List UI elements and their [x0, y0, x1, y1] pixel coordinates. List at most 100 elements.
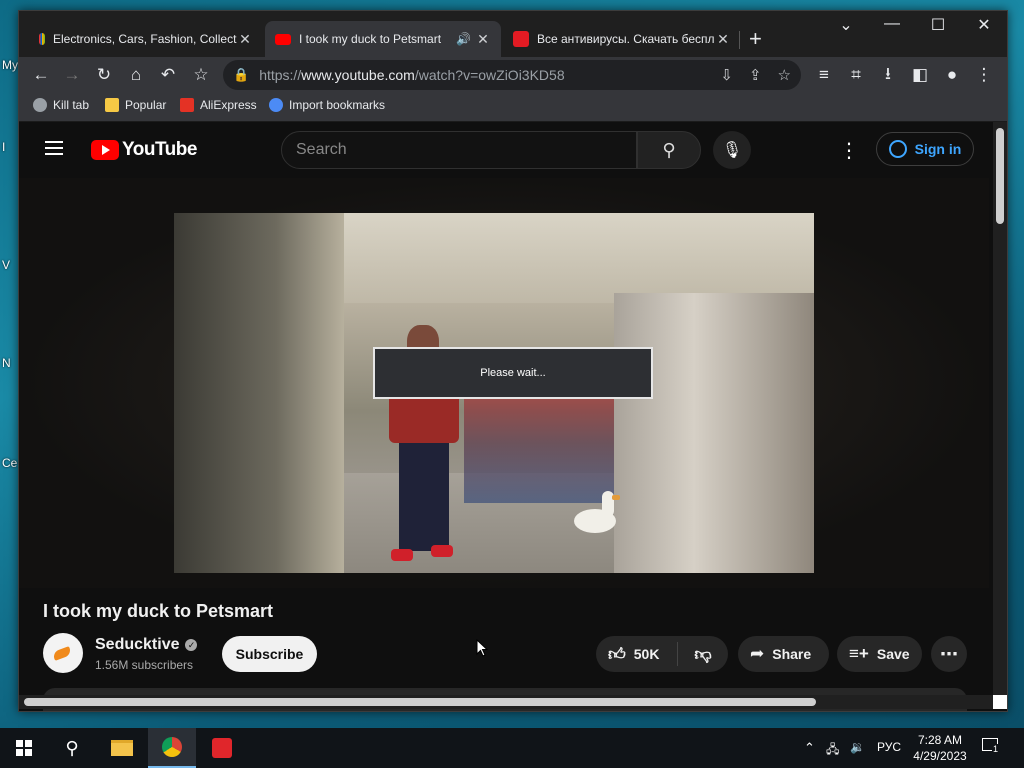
undo-close-tab-icon[interactable]: ↶ — [156, 63, 180, 87]
tab-strip: Electronics, Cars, Fashion, Collect ✕ I … — [19, 11, 1007, 57]
vertical-scrollbar-thumb[interactable] — [996, 128, 1004, 224]
notification-center-icon[interactable]: 1 — [982, 738, 1002, 756]
home-icon[interactable]: ⌂ — [124, 63, 148, 87]
tab-youtube-active[interactable]: I took my duck to Petsmart 🔊 ✕ — [265, 21, 501, 57]
url-text[interactable]: https://www.youtube.com/watch?v=owZiOi3K… — [259, 67, 704, 83]
speaker-icon[interactable]: 🔊 — [456, 32, 471, 46]
bookmark-label: Import bookmarks — [289, 98, 386, 112]
system-clock[interactable]: 7:28 AM 4/29/2023 — [910, 732, 970, 764]
more-actions-button[interactable]: ⋯ — [931, 636, 967, 672]
bookmark-import[interactable]: Import bookmarks — [269, 98, 385, 112]
desktop-label[interactable]: I — [2, 140, 5, 154]
install-app-icon[interactable]: ⇩ — [720, 66, 733, 84]
bookmark-popular[interactable]: Popular — [105, 98, 166, 112]
like-dislike-group: 👍︎ 50K 👎︎ — [596, 636, 728, 672]
desktop-label[interactable]: N — [2, 356, 11, 370]
close-tab-icon[interactable]: ✕ — [475, 31, 491, 48]
save-button[interactable]: ≡+ Save — [837, 636, 922, 672]
bookmark-label: Popular — [125, 98, 167, 112]
tab-search-button[interactable]: ⌄ — [823, 15, 869, 35]
share-label: Share — [772, 646, 812, 662]
back-arrow-icon[interactable]: ← — [29, 63, 53, 87]
forward-arrow-icon[interactable]: → — [60, 63, 84, 87]
youtube-favicon-icon — [275, 33, 291, 45]
crop-screenshot-icon[interactable]: ⌗ — [844, 63, 868, 87]
taskbar-file-explorer[interactable] — [98, 728, 146, 768]
channel-avatar[interactable] — [43, 633, 83, 673]
bookmark-aliexpress[interactable]: AliExpress — [180, 98, 257, 112]
video-frame-shelf — [614, 293, 814, 573]
youtube-wordmark: YouTube — [122, 139, 197, 160]
youtube-header: YouTube Search ⚲ 🎙 ⋮ Sign in — [19, 122, 989, 178]
horizontal-scrollbar-thumb[interactable] — [24, 698, 816, 706]
settings-kebab-icon[interactable]: ⋮ — [839, 138, 859, 163]
share-page-icon[interactable]: ⇪ — [749, 66, 762, 84]
more-horizontal-icon: ⋯ — [940, 643, 958, 664]
taskbar-search-button[interactable]: ⚲ — [48, 728, 96, 768]
microphone-icon: 🎙 — [721, 142, 743, 159]
star-icon[interactable]: ☆ — [778, 66, 791, 84]
maximize-button[interactable]: ☐ — [915, 15, 961, 35]
input-language-indicator[interactable]: РУС — [877, 740, 901, 754]
browser-window: Electronics, Cars, Fashion, Collect ✕ I … — [18, 10, 1008, 712]
new-tab-button[interactable]: + — [749, 26, 762, 52]
loading-dialog: Please wait... — [373, 347, 653, 399]
reading-list-icon[interactable]: ≡ — [812, 63, 836, 87]
gear-icon — [269, 98, 283, 112]
minimize-button[interactable]: — — [869, 15, 915, 33]
network-icon[interactable]: 🖧 — [826, 740, 839, 761]
globe-icon — [33, 98, 47, 112]
bookmark-kill-tab[interactable]: Kill tab — [33, 98, 89, 112]
download-icon[interactable]: ⭳ — [876, 63, 900, 87]
windows-taskbar: ⚲ ⌃ 🖧 🔉 РУС 7:28 AM 4/29/2023 1 — [0, 728, 1024, 768]
start-button[interactable] — [0, 728, 48, 768]
sign-in-button[interactable]: Sign in — [876, 132, 974, 166]
dislike-button[interactable]: 👎︎ — [678, 644, 728, 665]
notification-count-badge: 1 — [992, 744, 1000, 754]
volume-icon[interactable]: 🔉 — [850, 740, 865, 754]
voice-search-button[interactable]: 🎙 — [713, 131, 751, 169]
tab-separator — [739, 31, 740, 49]
taskbar-chrome[interactable] — [148, 728, 196, 768]
add-to-playlist-icon: ≡+ — [849, 644, 869, 663]
like-button[interactable]: 👍︎ 50K — [596, 642, 678, 666]
channel-name[interactable]: Seducktive ✓ — [95, 636, 198, 654]
folder-icon — [105, 98, 119, 112]
like-count: 50K — [633, 646, 660, 662]
search-input[interactable]: Search — [281, 131, 637, 169]
menu-kebab-icon[interactable]: ⋮ — [972, 63, 996, 87]
search-button[interactable]: ⚲ — [637, 131, 701, 169]
hamburger-menu-icon[interactable] — [45, 141, 63, 155]
lock-icon[interactable]: 🔒 — [233, 67, 249, 83]
close-window-button[interactable]: ✕ — [961, 15, 1007, 35]
thumbs-up-icon: 👍︎ — [608, 644, 626, 664]
video-frame-shelf — [174, 213, 344, 573]
share-arrow-icon: ➦ — [750, 644, 765, 663]
reload-icon[interactable]: ↻ — [92, 63, 116, 87]
bookmarks-bar: Kill tab Popular AliExpress Import bookm… — [19, 93, 1007, 122]
verified-check-icon: ✓ — [185, 639, 198, 651]
side-panel-icon[interactable]: ◧ — [908, 63, 932, 87]
mouse-cursor-icon — [476, 639, 488, 657]
desktop-label[interactable]: My — [2, 58, 18, 72]
search-icon: ⚲ — [65, 737, 79, 758]
youtube-logo[interactable]: YouTube — [91, 139, 197, 161]
share-button[interactable]: ➦ Share — [738, 636, 829, 672]
show-hidden-icons-icon[interactable]: ⌃ — [804, 740, 815, 756]
bookmark-star-icon[interactable]: ☆ — [189, 63, 213, 87]
close-tab-icon[interactable]: ✕ — [715, 31, 731, 48]
chrome-icon — [162, 737, 182, 757]
aliexpress-icon — [180, 98, 194, 112]
desktop-label[interactable]: V — [2, 258, 10, 272]
desktop-label[interactable]: Ce — [2, 456, 17, 470]
taskbar-app-red[interactable] — [198, 728, 246, 768]
close-tab-icon[interactable]: ✕ — [237, 31, 253, 48]
red-app-icon — [212, 738, 232, 758]
bookmark-label: AliExpress — [200, 98, 257, 112]
subscribe-button[interactable]: Subscribe — [222, 636, 317, 672]
address-bar[interactable]: 🔒 https://www.youtube.com/watch?v=owZiOi… — [223, 60, 801, 90]
tab-antivirus[interactable]: Все антивирусы. Скачать беспл ✕ — [503, 21, 741, 57]
youtube-play-icon — [91, 140, 119, 160]
profile-icon[interactable]: ● — [940, 63, 964, 87]
tab-ebay[interactable]: Electronics, Cars, Fashion, Collect ✕ — [29, 21, 263, 57]
